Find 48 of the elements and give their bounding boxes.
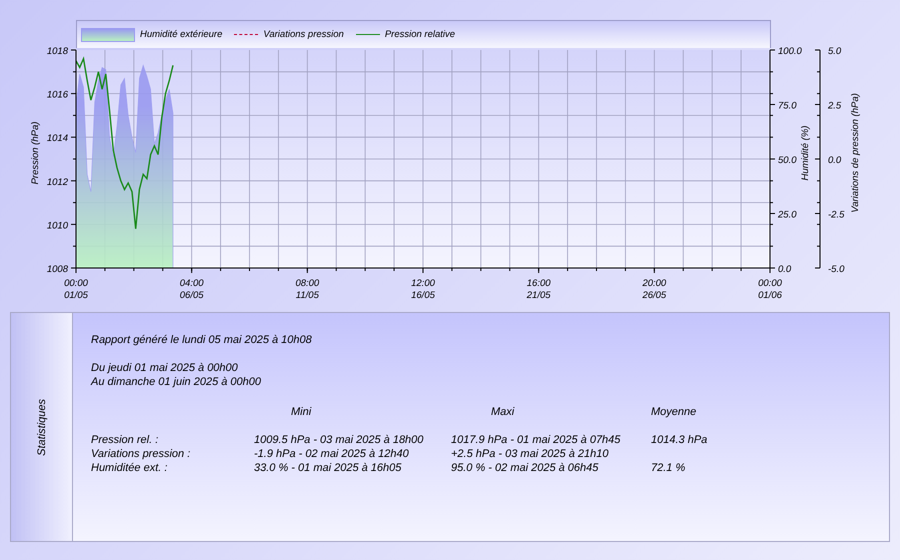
axis-title: Pression (hPa) [30,122,41,184]
table-cell-text: 33.0 % - 01 mai 2025 à 16h05 [254,461,402,475]
report-date: Rapport généré le lundi 05 mai 2025 à 10h08 [91,333,313,347]
legend-label: Variations pression [263,29,344,40]
table-cell-text: +2.5 hPa - 03 mai 2025 à 21h10 [451,447,610,461]
tick-label: -2.5 [828,210,844,220]
tick-label: 25.0 [778,210,796,220]
legend-swatch [81,28,135,42]
column-header: Moyenne [651,405,698,419]
period-end: Au dimanche 01 juin 2025 à 00h00 [91,375,262,389]
period-start: Du jeudi 01 mai 2025 à 00h00 [91,361,239,375]
tick-label: 04:00 06/05 [180,278,204,301]
tick-label: 0.0 [828,155,842,166]
table-cell-text: 1017.9 hPa - 01 mai 2025 à 07h45 [451,433,622,447]
table-cell-text: 1014.3 hPa [651,433,708,447]
table-cell-text: 95.0 % - 02 mai 2025 à 06h45 [451,461,600,475]
row-label: Humiditée ext. : [91,461,168,475]
tick-label: 12:00 16/05 [411,278,435,301]
table-cell-text: 72.1 % [651,461,686,475]
axis-title: Variations de pression (hPa) [850,93,861,213]
tick-label: 100.0 [778,46,802,57]
tick-label: 00:00 01/06 [758,278,782,301]
tick-label: 0.0 [778,264,792,275]
tick-label: 1012 [46,176,68,188]
tick-label: 1018 [46,46,68,57]
column-header: Maxi [490,405,516,419]
tick-label: 20:00 26/05 [642,278,666,301]
tick-label: -5.0 [828,264,844,275]
tick-label: 08:00 11/05 [295,278,320,301]
stats-tab[interactable]: Statistiques [11,313,73,541]
tick-label: 75.0 [778,100,796,112]
tick-label: 00:00 01/05 [64,278,88,301]
legend-label: Pression relative [384,29,456,40]
tick-label: 1016 [46,90,68,101]
row-label: Variations pression : [91,447,192,461]
tick-label: 5.0 [828,46,842,57]
tick-label: 16:00 21/05 [526,278,551,301]
row-label: Pression rel. : [91,433,160,447]
table-cell-text: 1009.5 hPa - 03 mai 2025 à 18h00 [254,433,424,447]
tick-label: 50.0 [778,155,796,166]
tick-label: 1008 [46,264,68,275]
table-cell-text: -1.9 hPa - 02 mai 2025 à 12h40 [254,447,410,461]
legend-label: Humidité extérieure [140,29,222,40]
column-header: Mini [290,405,312,419]
tick-label: 2.5 [828,100,842,112]
tick-label: 1014 [46,133,68,144]
axis-title: Humidité (%) [800,126,811,180]
tick-label: 1010 [46,220,68,232]
